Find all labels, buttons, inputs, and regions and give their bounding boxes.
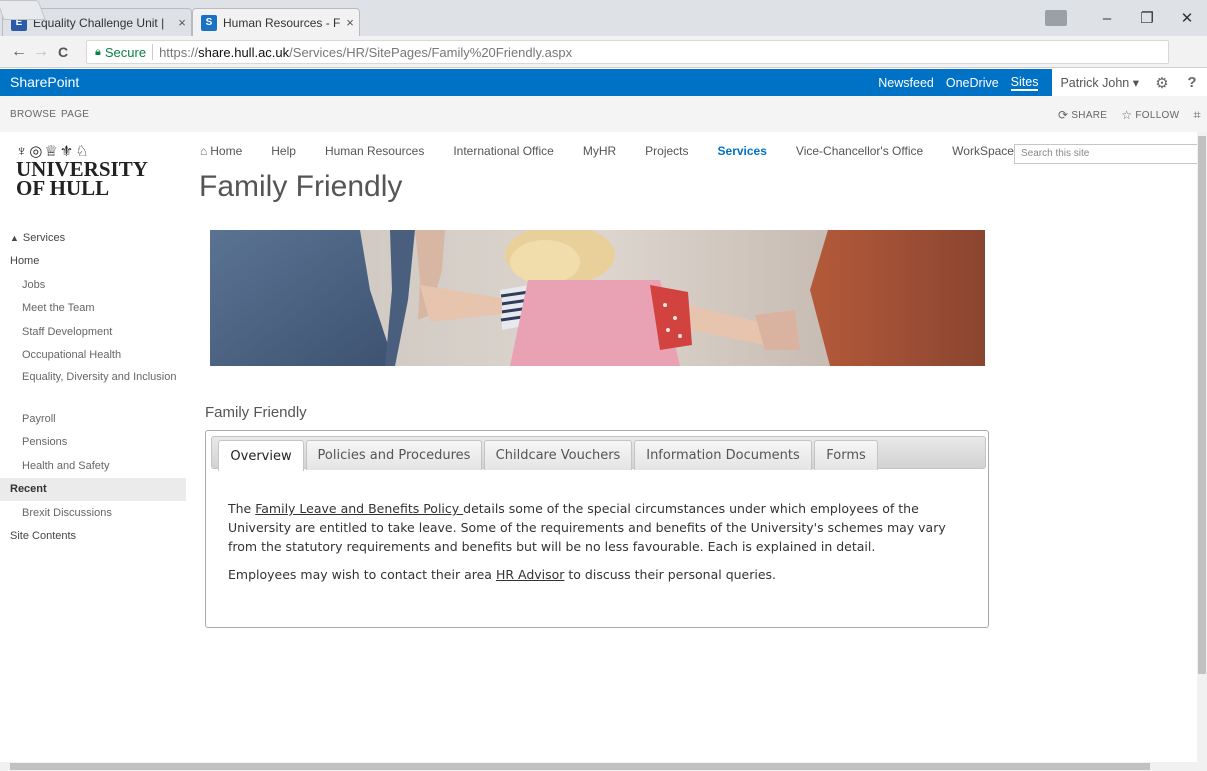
suite-link-onedrive[interactable]: OneDrive	[946, 76, 999, 90]
ribbon: BROWSE PAGE ⟳ SHARE ☆ FOLLOW ⌗	[0, 96, 1207, 132]
topnav-item-myhr[interactable]: MyHR	[583, 144, 616, 162]
topnav-item-workspaces[interactable]: WorkSpaces	[952, 144, 1020, 162]
family-leave-policy-link[interactable]: Family Leave and Benefits Policy	[255, 501, 463, 516]
section-title: Family Friendly	[205, 404, 307, 421]
vertical-scrollbar[interactable]	[1197, 132, 1207, 764]
leftnav-item-site-contents[interactable]: Site Contents	[0, 525, 186, 549]
browser-toolbar: ← → C 🔒︎ Secure https://share.hull.ac.uk…	[0, 36, 1207, 95]
url-host: share.hull.ac.uk	[198, 44, 290, 60]
leftnav-item-jobs[interactable]: Jobs	[0, 273, 186, 297]
forward-button[interactable]: →	[30, 43, 52, 61]
url-separator	[152, 44, 154, 60]
family-hero-image	[210, 230, 985, 366]
share-button[interactable]: ⟳ SHARE	[1058, 108, 1107, 122]
secure-label: Secure	[104, 44, 147, 60]
ribbon-tab-page[interactable]: PAGE	[61, 109, 89, 120]
tab-forms[interactable]: Forms	[814, 440, 878, 470]
topnav-item-international-office[interactable]: International Office	[453, 144, 554, 162]
top-navigation: ⌂ Home Help Human Resources International…	[200, 144, 1049, 162]
family-friendly-tab-panel: Overview Policies and Procedures Childca…	[205, 430, 989, 628]
minimize-button[interactable]: –	[1087, 10, 1127, 27]
overview-paragraph-2-after: to discuss their personal queries.	[564, 567, 777, 582]
leftnav-up-services[interactable]: ▲ Services	[0, 226, 186, 250]
back-button[interactable]: ←	[8, 43, 30, 61]
overview-paragraph-1: The Family Leave and Benefits Policy det…	[228, 501, 946, 554]
leftnav-label: Services	[22, 231, 66, 244]
topnav-item-services[interactable]: Services	[718, 144, 767, 162]
help-icon[interactable]: ?	[1177, 69, 1207, 96]
leftnav-item-home[interactable]: Home	[0, 250, 186, 274]
tab-close-icon[interactable]: ×	[341, 15, 359, 30]
suite-link-sites[interactable]: Sites	[1010, 75, 1039, 91]
leftnav-item-pensions[interactable]: Pensions	[0, 431, 186, 455]
tab-title: Human Resources - Fam	[223, 15, 341, 30]
topnav-item-vice-chancellors-office[interactable]: Vice-Chancellor's Office	[796, 144, 923, 162]
url-path: /Services/HR/SitePages/Family%20Friendly…	[289, 44, 573, 60]
topnav-item-human-resources[interactable]: Human Resources	[325, 144, 424, 162]
leftnav-item-payroll[interactable]: Payroll	[0, 407, 186, 431]
sharepoint-brand[interactable]: SharePoint	[10, 74, 79, 90]
topnav-item-home[interactable]: ⌂ Home	[200, 144, 242, 162]
vertical-scroll-thumb[interactable]	[1198, 136, 1206, 674]
hr-advisor-link[interactable]: HR Advisor	[496, 567, 565, 582]
user-menu[interactable]: Patrick John ▾	[1052, 69, 1147, 96]
home-icon: ⌂	[200, 144, 208, 158]
lock-icon: 🔒︎	[95, 45, 101, 58]
focus-on-content-icon[interactable]: ⌗	[1193, 107, 1201, 123]
browser-tab-hr[interactable]: S Human Resources - Fam ×	[192, 8, 360, 36]
tab-policies-and-procedures[interactable]: Policies and Procedures	[306, 440, 482, 470]
site-logo[interactable]: ♆◎♕⚜♘ UNIVERSITY OF HULL	[16, 142, 176, 200]
leftnav-item-meet-the-team[interactable]: Meet the Team	[0, 297, 186, 321]
leftnav-item-equality[interactable]: Equality, Diversity and Inclusion	[0, 367, 186, 407]
settings-gear-icon[interactable]: ⚙	[1147, 69, 1177, 96]
tab-title: Equality Challenge Unit |	[33, 15, 165, 30]
ribbon-actions: ⟳ SHARE ☆ FOLLOW ⌗	[1044, 107, 1201, 123]
follow-label: FOLLOW	[1135, 109, 1180, 121]
horizontal-scrollbar[interactable]	[0, 762, 1207, 771]
close-window-button[interactable]: ✕	[1167, 9, 1207, 27]
overview-content: The Family Leave and Benefits Policy det…	[228, 499, 978, 593]
tab-close-icon[interactable]: ×	[173, 15, 191, 30]
topnav-item-help[interactable]: Help	[271, 144, 296, 162]
profile-icon[interactable]	[1045, 10, 1067, 26]
tab-overview[interactable]: Overview	[218, 440, 304, 471]
tab-childcare-vouchers[interactable]: Childcare Vouchers	[484, 440, 632, 470]
suite-bar: SharePoint Newsfeed OneDrive Sites Patri…	[0, 69, 1207, 96]
ribbon-tab-browse[interactable]: BROWSE	[10, 109, 56, 120]
leftnav-heading-recent[interactable]: Recent	[0, 477, 186, 501]
follow-button[interactable]: ☆ FOLLOW	[1121, 108, 1179, 122]
reload-button[interactable]: C	[52, 44, 74, 60]
topnav-item-projects[interactable]: Projects	[645, 144, 688, 162]
tab-information-documents[interactable]: Information Documents	[634, 440, 812, 470]
sharepoint-favicon-icon: S	[201, 14, 217, 31]
site-search-input[interactable]: Search this site	[1014, 144, 1207, 164]
tab-bar: Overview Policies and Procedures Childca…	[211, 436, 986, 471]
leftnav-item-health-and-safety[interactable]: Health and Safety	[0, 454, 186, 478]
browser-tabstrip: E Equality Challenge Unit | × S Human Re…	[0, 0, 1207, 36]
horizontal-scroll-thumb[interactable]	[10, 763, 1150, 770]
url-protocol: https://	[159, 44, 199, 60]
share-label: SHARE	[1071, 109, 1108, 121]
overview-paragraph-2: Employees may wish to contact their area…	[228, 565, 978, 584]
window-controls: – ❐ ✕	[1045, 0, 1207, 36]
leftnav-item-staff-development[interactable]: Staff Development	[0, 320, 186, 344]
overview-paragraph-2-before: Employees may wish to contact their area	[228, 567, 496, 582]
logo-line-2: OF HULL	[16, 176, 110, 200]
address-bar[interactable]: 🔒︎ Secure https://share.hull.ac.uk/Servi…	[86, 40, 1169, 64]
leftnav-item-occupational-health[interactable]: Occupational Health	[0, 344, 186, 368]
suite-link-newsfeed[interactable]: Newsfeed	[878, 76, 934, 90]
page-title: Family Friendly	[199, 170, 403, 203]
topnav-item-label: Home	[210, 144, 243, 158]
follow-star-icon: ☆	[1121, 108, 1133, 122]
leftnav-item-brexit-discussions[interactable]: Brexit Discussions	[0, 501, 186, 525]
up-arrow-icon: ▲	[10, 232, 19, 243]
suite-links: Newsfeed OneDrive Sites Patrick John ▾ ⚙…	[878, 69, 1207, 96]
left-navigation: ▲ Services Home Jobs Meet the Team Staff …	[0, 226, 186, 548]
share-icon: ⟳	[1057, 108, 1069, 122]
maximize-button[interactable]: ❐	[1127, 9, 1167, 27]
new-tab-button[interactable]	[0, 0, 46, 20]
